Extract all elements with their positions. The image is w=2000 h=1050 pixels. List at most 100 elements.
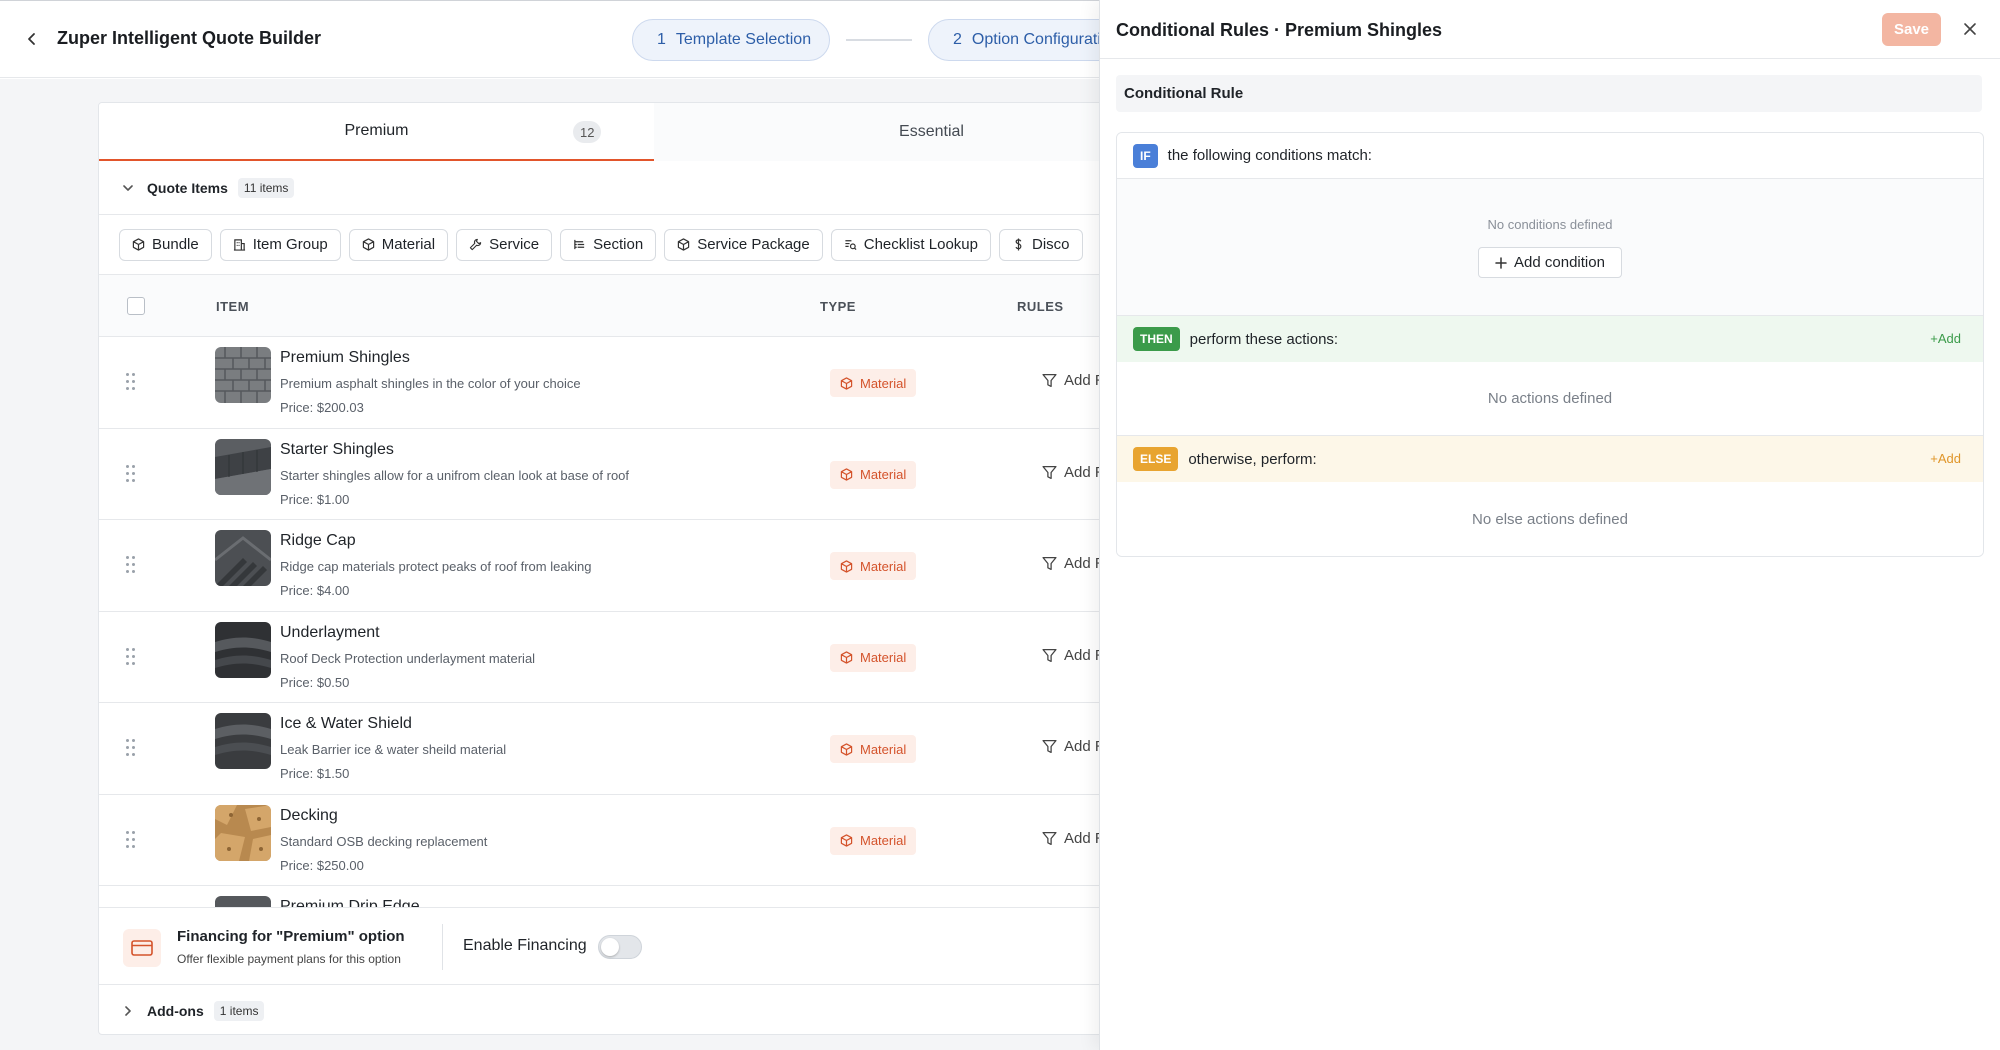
chevron-right-icon[interactable]	[119, 1002, 137, 1020]
table-row[interactable]: Underlayment Roof Deck Protection underl…	[99, 612, 1137, 703]
step-label: Option Configurati	[971, 31, 1101, 48]
add-rule-button[interactable]: Add R	[1042, 647, 1106, 664]
else-tag: ELSE	[1133, 447, 1179, 471]
step-number: 1	[657, 31, 666, 48]
item-name: Premium Drip Edge	[280, 898, 420, 907]
option-tabs: Premium 12 Essential	[99, 103, 1137, 161]
table-row[interactable]: Premium Drip Edge	[99, 886, 1137, 907]
item-description: Ridge cap materials protect peaks of roo…	[280, 559, 592, 574]
dollar-icon	[1015, 238, 1022, 251]
type-badge: Material	[830, 460, 917, 489]
bundle-button[interactable]: Bundle	[119, 228, 212, 261]
filter-icon	[1042, 556, 1057, 571]
panel-title: Conditional Rules · Premium Shingles	[1116, 20, 1443, 40]
quote-items-label: Quote Items	[147, 179, 228, 196]
back-arrow-icon[interactable]	[20, 27, 44, 51]
drag-handle-icon[interactable]	[126, 556, 138, 574]
cube-icon	[132, 238, 145, 251]
save-button[interactable]: Save	[1882, 13, 1941, 46]
item-description: Starter shingles allow for a unifrom cle…	[280, 467, 630, 483]
table-row[interactable]: Ridge Cap Ridge cap materials protect pe…	[99, 520, 1137, 612]
drag-handle-icon[interactable]	[126, 739, 138, 757]
type-badge: Material	[830, 735, 917, 763]
step-label: Template Selection	[675, 31, 812, 48]
drag-handle-icon[interactable]	[126, 373, 138, 391]
then-section-header: THEN perform these actions: +Add	[1117, 316, 1983, 362]
item-thumbnail	[215, 621, 271, 678]
item-thumbnail	[215, 347, 271, 403]
rule-box: IF the following conditions match: No co…	[1116, 132, 1984, 557]
item-thumbnail	[215, 438, 271, 495]
type-badge: Material	[830, 826, 917, 855]
addons-label: Add-ons	[147, 1002, 204, 1019]
material-button[interactable]: Material	[348, 228, 449, 261]
item-description: Roof Deck Protection underlayment materi…	[280, 650, 536, 666]
material-label: Material	[381, 236, 436, 253]
close-icon[interactable]	[1958, 17, 1982, 41]
drag-handle-icon[interactable]	[126, 830, 138, 849]
type-label: Material	[860, 375, 907, 391]
section-button[interactable]: Section	[560, 228, 657, 261]
step-number: 2	[953, 31, 962, 48]
drag-handle-icon[interactable]	[126, 647, 138, 666]
item-description: Leak Barrier ice & water sheild material	[280, 742, 507, 757]
addons-count: 1 items	[213, 1000, 265, 1021]
type-label: Material	[860, 833, 907, 848]
else-section-header: ELSE otherwise, perform: +Add	[1117, 436, 1983, 482]
app-title: Zuper Intelligent Quote Builder	[57, 28, 322, 48]
filter-icon	[1042, 465, 1057, 479]
items-table-body: Premium Shingles Premium asphalt shingle…	[99, 337, 1137, 907]
tab-essential[interactable]: Essential	[654, 103, 1137, 161]
item-group-label: Item Group	[252, 236, 328, 253]
divider	[442, 924, 443, 970]
item-description: Standard OSB decking replacement	[280, 833, 488, 849]
add-rule-button[interactable]: Add R	[1042, 555, 1106, 572]
add-rule-button[interactable]: Add R	[1042, 372, 1106, 389]
type-label: Material	[860, 558, 907, 574]
checklist-lookup-button[interactable]: Checklist Lookup	[830, 228, 991, 261]
cube-icon	[840, 376, 853, 390]
add-rule-button[interactable]: Add R	[1042, 738, 1106, 755]
select-all-checkbox[interactable]	[127, 297, 145, 315]
cube-icon	[840, 834, 853, 847]
checklist-search-icon	[845, 240, 857, 251]
item-group-button[interactable]: Item Group	[219, 228, 341, 261]
section-icon	[574, 239, 585, 250]
type-label: Material	[860, 741, 907, 757]
package-icon	[677, 238, 690, 251]
drag-handle-icon[interactable]	[126, 464, 138, 483]
add-rule-button[interactable]: Add R	[1042, 830, 1106, 847]
discount-label: Disco	[1031, 236, 1070, 253]
add-else-action-link[interactable]: +Add	[1930, 451, 1961, 466]
add-condition-label: Add condition	[1514, 254, 1605, 271]
type-badge: Material	[830, 643, 917, 672]
service-package-button[interactable]: Service Package	[664, 228, 823, 261]
wrench-icon	[469, 238, 482, 251]
add-rule-button[interactable]: Add R	[1042, 464, 1106, 481]
if-section-header: IF the following conditions match:	[1117, 133, 1983, 179]
service-button[interactable]: Service	[456, 228, 553, 261]
then-tag: THEN	[1133, 327, 1180, 351]
tab-label: Premium	[344, 122, 409, 139]
chevron-down-icon[interactable]	[119, 179, 137, 197]
step-template-selection[interactable]: 1 Template Selection	[632, 19, 830, 61]
table-row[interactable]: Ice & Water Shield Leak Barrier ice & wa…	[99, 703, 1137, 795]
table-row[interactable]: Decking Standard OSB decking replacement…	[99, 795, 1137, 886]
add-condition-button[interactable]: Add condition	[1478, 247, 1622, 278]
addons-header[interactable]: Add-ons 1 items	[99, 985, 1137, 1034]
option-card: Premium 12 Essential Quote Items 11 item…	[98, 102, 1138, 1035]
add-then-action-link[interactable]: +Add	[1930, 331, 1961, 346]
table-row[interactable]: Premium Shingles Premium asphalt shingle…	[99, 337, 1137, 429]
financing-subtitle: Offer flexible payment plans for this op…	[177, 952, 401, 966]
cube-icon	[840, 559, 853, 573]
item-thumbnail	[215, 804, 271, 861]
discount-button[interactable]: Disco	[998, 228, 1083, 261]
no-else-actions-text: No else actions defined	[1117, 482, 1983, 556]
plus-icon	[1495, 256, 1507, 269]
tab-premium[interactable]: Premium 12	[99, 103, 654, 161]
quote-items-header[interactable]: Quote Items 11 items	[99, 161, 1137, 215]
checklist-lookup-label: Checklist Lookup	[863, 236, 978, 253]
table-row[interactable]: Starter Shingles Starter shingles allow …	[99, 429, 1137, 520]
enable-financing-toggle[interactable]	[598, 935, 642, 959]
type-label: Material	[860, 650, 907, 665]
